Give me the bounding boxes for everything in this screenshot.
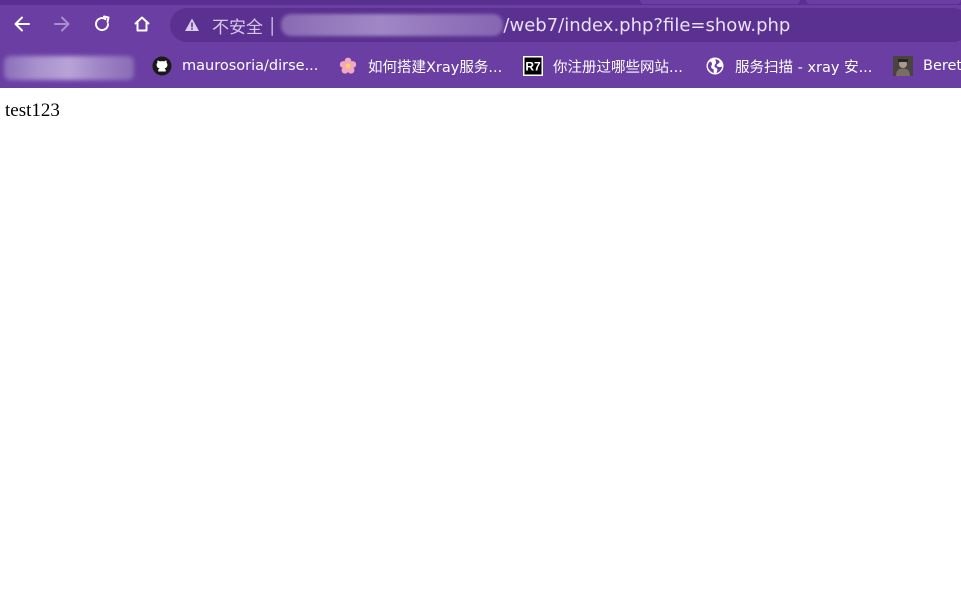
bookmark-xray-setup[interactable]: 如何搭建Xray服务... — [338, 54, 502, 78]
bookmark-github[interactable]: maurosoria/dirse... — [152, 54, 318, 78]
tab-edge — [806, 0, 961, 4]
avatar-icon — [893, 56, 913, 76]
browser-chrome: 不安全 | /web7/index.php?file=show.php maur… — [0, 0, 961, 88]
globe-icon — [705, 56, 725, 76]
bookmark-beret[interactable]: Beret — [893, 54, 961, 78]
url-text[interactable]: /web7/index.php?file=show.php — [503, 15, 790, 36]
url-separator: | — [269, 14, 276, 36]
toolbar: 不安全 | /web7/index.php?file=show.php — [0, 5, 961, 45]
bookmarks-bar: maurosoria/dirse... 如何搭建Xray服务... R7 你注册… — [0, 46, 961, 86]
bookmark-label: 服务扫描 - xray 安... — [735, 59, 873, 76]
blurred-host — [281, 14, 504, 36]
security-label[interactable]: 不安全 — [212, 13, 263, 38]
back-button[interactable] — [5, 7, 39, 41]
reload-button[interactable] — [85, 7, 119, 41]
forward-button[interactable] — [45, 7, 79, 41]
github-icon — [152, 56, 172, 76]
bookmark-label: maurosoria/dirse... — [182, 58, 319, 74]
home-button[interactable] — [125, 7, 159, 41]
r7-logo-icon: R7 — [523, 56, 543, 76]
reload-icon — [95, 15, 110, 32]
flower-icon — [338, 56, 358, 76]
home-icon — [134, 16, 150, 32]
page-content: test123 — [0, 88, 961, 597]
bookmark-label: Beret — [923, 58, 961, 74]
warning-triangle-icon[interactable] — [184, 17, 200, 33]
tab-edge — [640, 0, 800, 4]
arrow-left-icon — [14, 16, 30, 32]
bookmark-label: 你注册过哪些网站... — [553, 59, 683, 76]
arrow-right-icon — [54, 16, 70, 32]
bookmark-xray-scan[interactable]: 服务扫描 - xray 安... — [705, 54, 872, 78]
blurred-bookmark — [4, 56, 134, 80]
page-body-text: test123 — [5, 100, 60, 121]
svg-text:R7: R7 — [525, 60, 541, 74]
address-bar[interactable]: 不安全 | /web7/index.php?file=show.php — [170, 8, 961, 42]
bookmark-r7[interactable]: R7 你注册过哪些网站... — [523, 54, 683, 78]
bookmark-label: 如何搭建Xray服务... — [368, 59, 503, 76]
